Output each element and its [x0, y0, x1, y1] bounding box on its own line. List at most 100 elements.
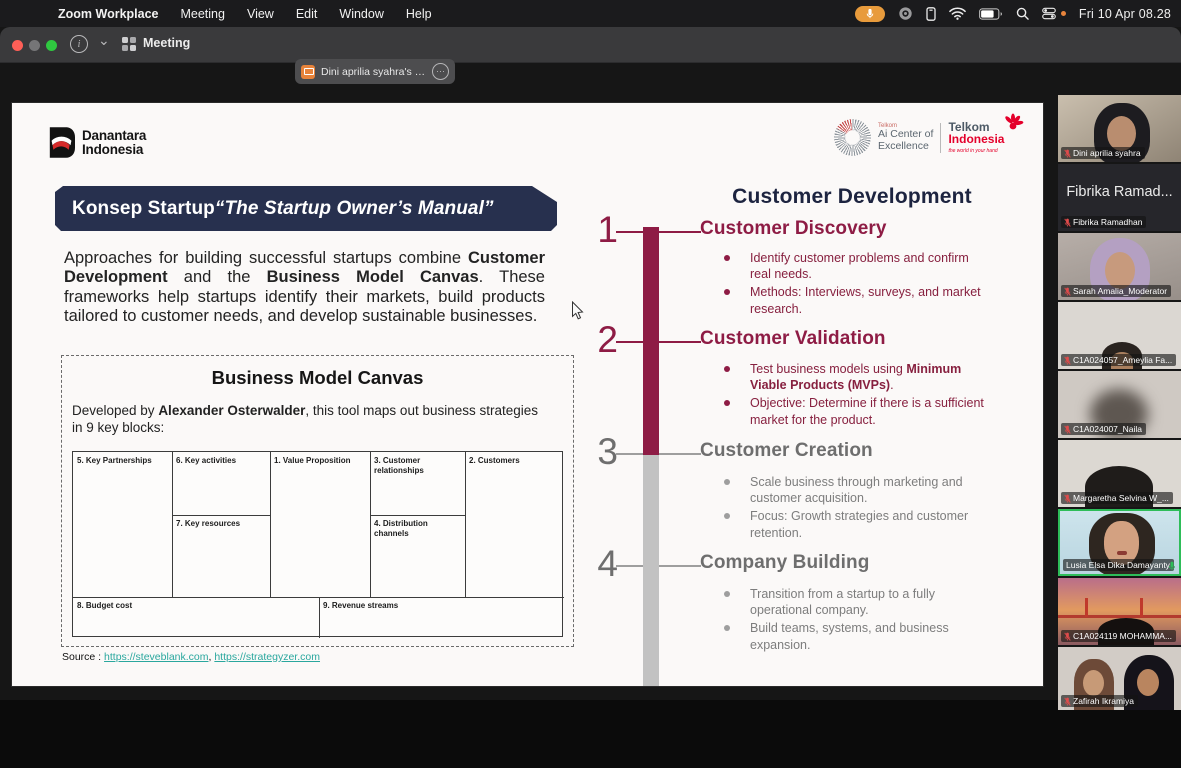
step-heading-1: Customer Discovery — [700, 218, 887, 240]
participant-tile-dini[interactable]: Dini aprilia syahra — [1058, 95, 1181, 162]
menu-view[interactable]: View — [247, 7, 274, 21]
ai-coe-burst-icon — [834, 119, 871, 156]
menu-edit[interactable]: Edit — [296, 7, 318, 21]
control-center-icon[interactable] — [1042, 7, 1056, 20]
bmc-cell-budget-cost: 8. Budget cost — [77, 601, 237, 611]
participant-tile-zafirah[interactable]: Zafirah Ikramiya — [1058, 647, 1181, 710]
step-heading-2: Customer Validation — [700, 328, 886, 350]
slide-title-banner: Konsep Startup “The Startup Owner’s Manu… — [55, 186, 557, 231]
step-bullets-4: Transition from a startup to a fully ope… — [712, 586, 1002, 655]
mic-muted-icon — [1064, 218, 1071, 227]
bmc-cell-key-resources: 7. Key resources — [176, 519, 266, 529]
zoom-window-titlebar: i ⌄ Meeting Dini aprilia syahra's screen… — [0, 27, 1181, 63]
step-number-4: 4 — [578, 542, 618, 586]
mic-muted-icon — [1064, 425, 1071, 434]
participant-name-label: Fibrika Ramadhan — [1061, 216, 1146, 228]
mic-muted-icon — [1064, 356, 1071, 365]
coe-line1: Ai Center of — [878, 129, 933, 141]
danantara-mark-icon — [48, 127, 75, 158]
close-window-button[interactable] — [12, 40, 23, 51]
mic-muted-icon — [1064, 494, 1071, 503]
mic-muted-icon — [1064, 697, 1071, 706]
window-title: Meeting — [143, 36, 190, 50]
participant-name-label: Dini aprilia syahra — [1061, 147, 1145, 159]
spotlight-search-icon[interactable] — [1016, 7, 1029, 20]
bmc-cell-distribution-channels: 4. Distribution channels — [374, 519, 462, 538]
menubar-circle-icon[interactable] — [898, 6, 913, 21]
step-heading-3: Customer Creation — [700, 440, 873, 462]
mic-in-use-indicator[interactable] — [855, 6, 885, 22]
participant-tile-margaretha[interactable]: Margaretha Selvina W_... — [1058, 440, 1181, 507]
bmc-cell-revenue-streams: 9. Revenue streams — [323, 601, 483, 611]
bmc-cell-customers: 2. Customers — [469, 456, 559, 466]
shared-screen-tab[interactable]: Dini aprilia syahra's screen ⋯ — [295, 59, 455, 84]
source-label: Source : — [62, 651, 101, 663]
danantara-logo: Danantara Indonesia — [48, 127, 146, 158]
participant-tile-fibrika[interactable]: Fibrika Ramad... Fibrika Ramadhan — [1058, 164, 1181, 231]
meeting-grid-icon — [122, 37, 136, 51]
participant-name-label: Sarah Amalia_Moderator — [1061, 285, 1171, 297]
menu-meeting[interactable]: Meeting — [180, 7, 224, 21]
step-number-2: 2 — [578, 318, 618, 362]
step-number-3: 3 — [578, 430, 618, 474]
menu-help[interactable]: Help — [406, 7, 432, 21]
bmc-cell-customer-relationships: 3. Customer relationships — [374, 456, 444, 475]
participant-big-name: Fibrika Ramad... — [1058, 184, 1181, 200]
participant-name-label: Zafirah Ikramiya — [1061, 695, 1138, 707]
shared-screen-tab-label: Dini aprilia syahra's screen — [321, 66, 428, 78]
step-heading-4: Company Building — [700, 552, 869, 574]
bmc-table: 5. Key Partnerships 6. Key activities 7.… — [72, 451, 563, 637]
participant-tile-naila[interactable]: C1A024007_Naila — [1058, 371, 1181, 438]
display-device-icon[interactable] — [926, 7, 936, 21]
step-bullets-2: Test business models using Minimum Viabl… — [712, 361, 1002, 430]
tab-options-icon[interactable]: ⋯ — [432, 63, 449, 80]
menu-zoom-workplace[interactable]: Zoom Workplace — [58, 7, 158, 21]
telkom-indonesia-logo: Telkom Indonesia the world in your hand — [948, 121, 1022, 154]
source-link-strategyzer: https://strategyzer.com — [214, 651, 320, 663]
bmc-cell-key-activities: 6. Key activities — [176, 456, 266, 466]
participant-name-label: Margaretha Selvina W_... — [1061, 492, 1173, 504]
participant-name-label: Lusia Elsa Dika Damayanty — [1063, 559, 1174, 571]
participant-name-label: C1A024119 MOHAMMA... — [1061, 630, 1176, 642]
participant-tile-sarah[interactable]: Sarah Amalia_Moderator — [1058, 233, 1181, 300]
participant-tile-lusia-active-speaker[interactable]: Lusia Elsa Dika Damayanty — [1058, 509, 1181, 576]
bmc-subtitle: Developed by Alexander Osterwalder, this… — [72, 403, 544, 436]
mic-muted-icon — [1064, 149, 1071, 158]
timeline-bar-active — [643, 227, 659, 455]
business-model-canvas-box: Business Model Canvas Developed by Alexa… — [61, 355, 574, 647]
customer-development-title: Customer Development — [702, 185, 1002, 209]
bmc-cell-value-proposition: 1. Value Proposition — [274, 456, 366, 466]
bmc-cell-key-partnerships: 5. Key Partnerships — [77, 456, 169, 466]
shared-screen-slide: Danantara Indonesia Telkom Ai Center of … — [12, 103, 1043, 686]
zoom-window-button[interactable] — [46, 40, 57, 51]
participant-tile-ameylia[interactable]: C1A024057_Ameylia Fa... — [1058, 302, 1181, 369]
telkom-line2: Indonesia — [948, 133, 1004, 146]
telkom-hand-icon — [1002, 113, 1024, 135]
brand-line2: Indonesia — [82, 143, 146, 157]
screen-share-icon — [301, 65, 315, 79]
mic-muted-icon — [1064, 287, 1071, 296]
macos-menu-bar: Zoom Workplace Meeting View Edit Window … — [0, 0, 1181, 27]
info-icon[interactable]: i — [70, 35, 88, 53]
step-number-1: 1 — [578, 208, 618, 252]
notification-dot — [1061, 11, 1066, 16]
chevron-down-icon[interactable]: ⌄ — [98, 32, 110, 49]
coe-line2: Excellence — [878, 141, 933, 153]
step-bullets-3: Scale business through marketing and cus… — [712, 474, 1002, 543]
mic-active-icon — [1168, 561, 1176, 571]
menubar-clock[interactable]: Fri 10 Apr 08.28 — [1079, 7, 1171, 21]
minimize-window-button[interactable] — [29, 40, 40, 51]
partner-logos: Telkom Ai Center of Excellence Telkom In… — [834, 119, 1022, 156]
mic-muted-icon — [1064, 632, 1071, 641]
step-bullets-1: Identify customer problems and confirm r… — [712, 250, 1002, 319]
menu-window[interactable]: Window — [339, 7, 383, 21]
participant-name-label: C1A024057_Ameylia Fa... — [1061, 354, 1176, 366]
source-link-steveblank: https://steveblank.com — [104, 651, 208, 663]
source-line: Source : https://steveblank.com, https:/… — [62, 651, 320, 663]
logo-divider — [940, 123, 941, 153]
participant-tile-mohamma[interactable]: C1A024119 MOHAMMA... — [1058, 578, 1181, 645]
brand-line1: Danantara — [82, 129, 146, 143]
wifi-icon[interactable] — [949, 7, 966, 20]
battery-icon[interactable] — [979, 8, 1003, 20]
mouse-cursor — [571, 301, 584, 320]
